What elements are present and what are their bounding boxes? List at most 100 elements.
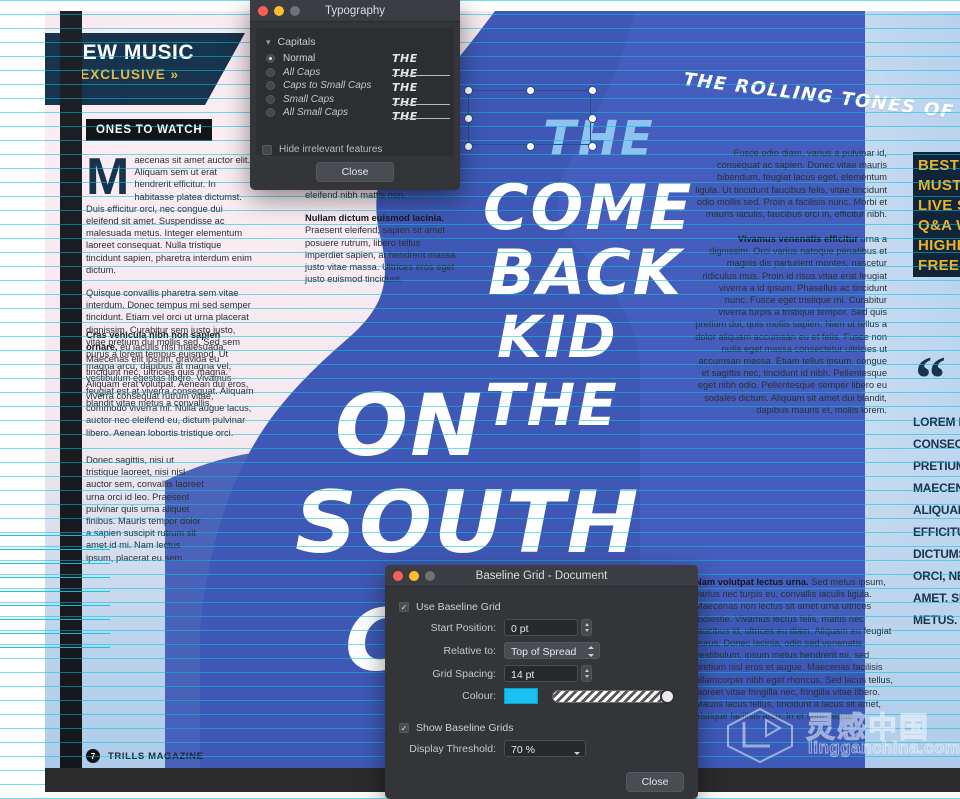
selection-handle-s[interactable] bbox=[526, 142, 535, 151]
pull-quote-line: DICTUMST. DUIS LAOR bbox=[913, 547, 960, 561]
page-number-badge: 7 bbox=[86, 749, 100, 763]
relative-to-select[interactable]: Top of Spread bbox=[504, 642, 600, 659]
grid-spacing-input[interactable]: 14 pt bbox=[504, 665, 578, 682]
body-paragraph: Cras vehicula nibh non sapien ornare, eu… bbox=[86, 329, 254, 439]
chevron-down-icon[interactable]: ▾ bbox=[266, 37, 271, 48]
close-window-icon[interactable] bbox=[258, 6, 268, 16]
radio-normal[interactable] bbox=[266, 54, 275, 63]
hide-irrelevant-label: Hide irrelevant features bbox=[279, 144, 383, 155]
option-label: Caps to Small Caps bbox=[283, 80, 372, 91]
paragraph-rest: Sed metus ipsum, varius nec turpis eu, c… bbox=[695, 577, 893, 722]
capitals-disclosure-row[interactable]: ▾ Capitals bbox=[266, 36, 444, 48]
minimize-window-icon[interactable] bbox=[274, 6, 284, 16]
show-baseline-grids-row[interactable]: Show Baseline Grids bbox=[399, 722, 684, 734]
option-label: All Small Caps bbox=[283, 107, 349, 118]
highlight-item: MUST LISTEN T bbox=[918, 176, 960, 196]
pull-quote-line: PRETIUM TINCIDUNT D bbox=[913, 459, 960, 473]
body-paragraph: Donec sagittis, nisi ut tristique laoree… bbox=[86, 455, 204, 563]
typography-capitals-group: ▾ Capitals Normal All Caps Caps to Small… bbox=[256, 28, 454, 156]
grid-spacing-label: Grid Spacing: bbox=[432, 667, 496, 680]
pull-quote-line: ORCI, NEC CONGUE DU bbox=[913, 569, 960, 583]
display-threshold-value: 70 % bbox=[511, 743, 535, 756]
sample-normal: THE bbox=[392, 52, 418, 65]
use-baseline-grid-row[interactable]: Use Baseline Grid bbox=[399, 601, 684, 613]
show-baseline-grids-checkbox[interactable] bbox=[399, 723, 409, 733]
grid-spacing-stepper[interactable] bbox=[581, 665, 592, 682]
radio-caps-to-small-caps[interactable] bbox=[266, 81, 275, 90]
pull-quote: LOREM IPSUM DOLOR CONSECTETUR ADIPIS PRE… bbox=[913, 411, 960, 631]
hide-irrelevant-features-row[interactable]: Hide irrelevant features bbox=[262, 144, 450, 155]
body-paragraph: Nullam dictum euismod lacinia. Praesent … bbox=[305, 212, 457, 285]
headline-word-on: ON bbox=[335, 376, 485, 476]
pull-quote-line: MAECENAS SIT AMET bbox=[913, 481, 960, 495]
text-column-4[interactable]: Nam volutpat lectus urna. Sed metus ipsu… bbox=[695, 576, 895, 733]
start-position-input[interactable]: 0 pt bbox=[504, 619, 578, 636]
start-position-stepper[interactable] bbox=[581, 619, 592, 636]
window-controls[interactable] bbox=[258, 6, 300, 16]
hide-irrelevant-checkbox[interactable] bbox=[262, 144, 272, 155]
headline-word-kid: KID bbox=[497, 303, 618, 371]
text-column-1c[interactable]: Donec sagittis, nisi ut tristique laoree… bbox=[86, 454, 206, 575]
sample-all-small-caps: THE bbox=[392, 110, 450, 125]
paragraph-lead-in: Nullam dictum euismod lacinia. bbox=[305, 213, 444, 224]
colour-swatch[interactable] bbox=[504, 688, 538, 704]
radio-small-caps[interactable] bbox=[266, 94, 275, 104]
window-controls[interactable] bbox=[393, 571, 435, 581]
start-position-label: Start Position: bbox=[430, 621, 496, 634]
typography-window-title: Typography bbox=[324, 4, 386, 17]
headline-word-the: THE bbox=[485, 371, 619, 439]
opacity-slider-knob[interactable] bbox=[660, 688, 675, 704]
highlights-box: BEST NEW ART MUST LISTEN T LIVE SHOWS Q&… bbox=[913, 152, 960, 277]
body-paragraph: Fusce odio diam, varius a pulvinar id, c… bbox=[695, 148, 887, 220]
display-threshold-select[interactable]: 70 % bbox=[504, 740, 586, 757]
typography-panel-footer: Hide irrelevant features Close bbox=[250, 142, 460, 190]
text-column-3b[interactable]: Vivamus venenatis efficitur urna a digni… bbox=[695, 233, 887, 427]
minimize-window-icon[interactable] bbox=[409, 571, 419, 581]
selection-handle-ne[interactable] bbox=[588, 86, 597, 95]
highlight-item: LIVE SHOWS bbox=[918, 196, 960, 216]
body-paragraph: eleifend nibh mattis non. bbox=[305, 190, 406, 200]
use-baseline-grid-checkbox[interactable] bbox=[399, 602, 409, 612]
show-baseline-grids-label: Show Baseline Grids bbox=[416, 722, 514, 734]
selection-handle-n[interactable] bbox=[526, 86, 535, 95]
baseline-close-button[interactable]: Close bbox=[626, 772, 684, 792]
publication-name: TRILLS MAGAZINE bbox=[108, 750, 204, 762]
capitals-preview-samples: THE THE THE THE THE bbox=[392, 52, 450, 125]
masthead-subtitle: « EXCLUSIVE » bbox=[67, 67, 180, 83]
chevron-updown-icon bbox=[588, 646, 595, 657]
typography-close-button[interactable]: Close bbox=[316, 162, 394, 182]
selection-handle-nw[interactable] bbox=[464, 86, 473, 95]
baseline-dialog-body: Use Baseline Grid Start Position: 0 pt R… bbox=[385, 587, 698, 799]
typography-panel[interactable]: Typography ▾ Capitals Normal All Caps Ca… bbox=[250, 0, 460, 190]
text-column-2[interactable]: eleifend nibh mattis non. Nullam dictum … bbox=[305, 189, 457, 296]
chevron-down-icon bbox=[574, 744, 581, 755]
capitals-group-label: Capitals bbox=[277, 36, 316, 48]
baseline-grid-dialog[interactable]: Baseline Grid - Document Use Baseline Gr… bbox=[385, 565, 698, 799]
selection-bounding-box[interactable] bbox=[464, 86, 597, 151]
radio-all-caps[interactable] bbox=[266, 67, 275, 77]
text-column-3[interactable]: Fusce odio diam, varius a pulvinar id, c… bbox=[695, 147, 887, 231]
opacity-slider[interactable] bbox=[552, 688, 675, 704]
text-column-1b[interactable]: Cras vehicula nibh non sapien ornare, eu… bbox=[86, 329, 254, 450]
selection-handle-sw[interactable] bbox=[464, 142, 473, 151]
zoom-window-icon[interactable] bbox=[425, 571, 435, 581]
colour-row: Colour: bbox=[399, 688, 684, 704]
selection-handle-e[interactable] bbox=[588, 114, 597, 123]
zoom-window-icon[interactable] bbox=[290, 6, 300, 16]
close-window-icon[interactable] bbox=[393, 571, 403, 581]
section-tag: ONES TO WATCH bbox=[86, 119, 213, 141]
radio-all-small-caps[interactable] bbox=[266, 108, 275, 117]
pull-quote-line: CONSECTETUR ADIPIS bbox=[913, 437, 960, 451]
headline-word-south: SOUTH bbox=[295, 473, 641, 573]
selection-handle-w[interactable] bbox=[464, 114, 473, 123]
paragraph-rest: urna a dignissim. Orci varius natoque pe… bbox=[695, 234, 887, 415]
baseline-titlebar[interactable]: Baseline Grid - Document bbox=[385, 565, 698, 587]
body-paragraph: Nam volutpat lectus urna. Sed metus ipsu… bbox=[695, 576, 895, 722]
typography-titlebar[interactable]: Typography bbox=[250, 0, 460, 22]
sample-all-caps: THE bbox=[392, 67, 450, 82]
selection-handle-se[interactable] bbox=[588, 142, 597, 151]
sample-small-caps: THE bbox=[392, 96, 450, 111]
sample-caps-to-small-caps: THE bbox=[392, 81, 418, 94]
start-position-row: Start Position: 0 pt bbox=[399, 619, 684, 636]
masthead-title: NEW MUSIC bbox=[67, 41, 194, 64]
